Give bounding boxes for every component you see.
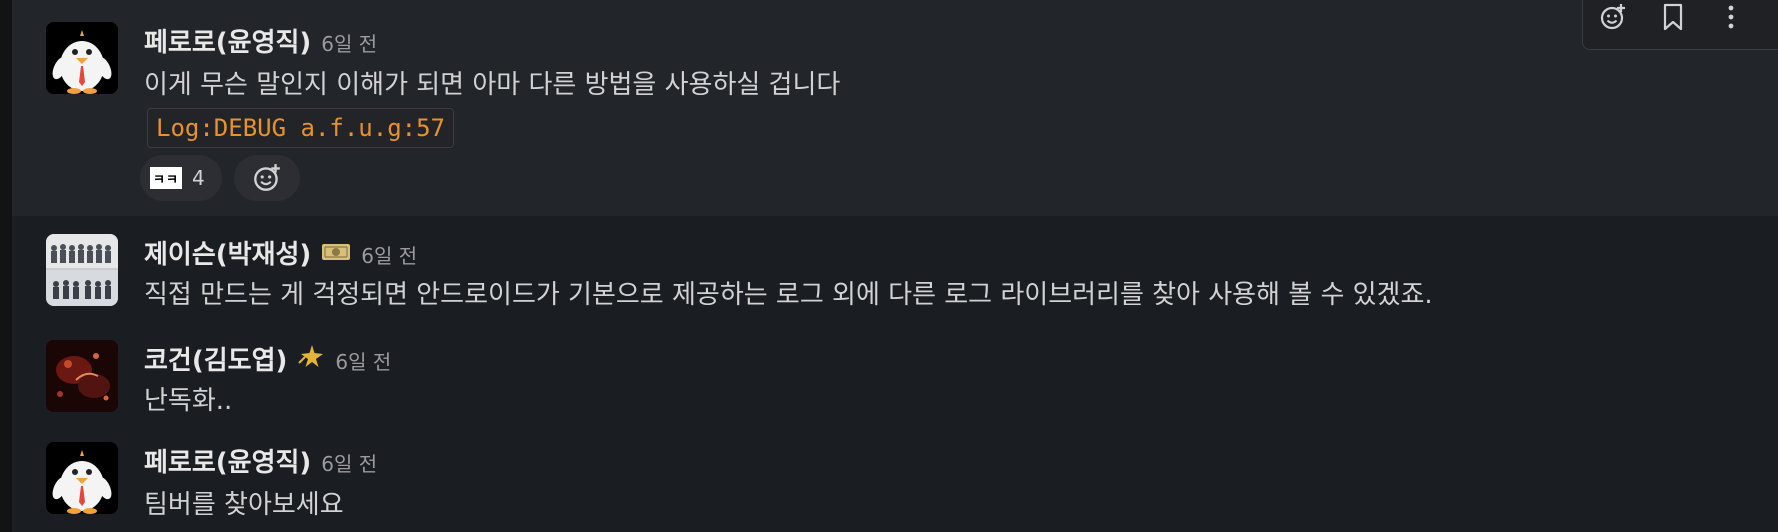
message-header: 코건(김도엽) 6일 전 xyxy=(144,340,391,377)
kk-emoji-icon: ㅋㅋ xyxy=(150,167,182,189)
message-item[interactable]: 제이슨(박재성) 6일 전 직접 만드는 게 걱정되면 안드로이드가 기본으로 … xyxy=(12,216,1778,328)
message-text: 팀버를 찾아보세요 xyxy=(144,490,344,520)
message-item[interactable]: 페로로(윤영직) 6일 전 이게 무슨 말인지 이해가 되면 아마 다른 방법을… xyxy=(12,0,1778,216)
username[interactable]: 페로로(윤영직) xyxy=(144,22,311,59)
message-header: 제이슨(박재성) 6일 전 xyxy=(144,234,417,271)
reaction-pill[interactable]: ㅋㅋ 4 xyxy=(140,155,222,201)
timestamp[interactable]: 6일 전 xyxy=(321,28,377,57)
message-header: 페로로(윤영직) 6일 전 xyxy=(144,442,377,479)
timestamp[interactable]: 6일 전 xyxy=(321,448,377,477)
sparkle-star-icon xyxy=(297,343,325,373)
timestamp[interactable]: 6일 전 xyxy=(361,240,417,269)
money-icon xyxy=(321,241,351,267)
reaction-count: 4 xyxy=(192,166,205,190)
message-text: 난독화.. xyxy=(144,386,233,416)
username[interactable]: 코건(김도엽) xyxy=(144,340,287,377)
message-header: 페로로(윤영직) 6일 전 xyxy=(144,22,377,59)
avatar[interactable] xyxy=(46,22,118,94)
message-text: 직접 만드는 게 걱정되면 안드로이드가 기본으로 제공하는 로그 외에 다른 … xyxy=(144,280,1433,310)
inline-code: Log:DEBUG a.f.u.g:57 xyxy=(147,108,454,148)
avatar[interactable] xyxy=(46,340,118,412)
avatar[interactable] xyxy=(46,234,118,306)
message-item[interactable]: 페로로(윤영직) 6일 전 팀버를 찾아보세요 xyxy=(12,432,1778,532)
add-reaction-icon xyxy=(254,164,280,191)
avatar[interactable] xyxy=(46,442,118,514)
username[interactable]: 페로로(윤영직) xyxy=(144,442,311,479)
left-rail xyxy=(0,0,12,532)
message-text: 이게 무슨 말인지 이해가 되면 아마 다른 방법을 사용하실 겁니다 xyxy=(144,70,841,100)
message-list: 페로로(윤영직) 6일 전 이게 무슨 말인지 이해가 되면 아마 다른 방법을… xyxy=(0,0,1778,532)
message-item[interactable]: 코건(김도엽) 6일 전 난독화.. xyxy=(12,328,1778,432)
add-reaction-button[interactable] xyxy=(234,155,300,201)
username[interactable]: 제이슨(박재성) xyxy=(144,234,311,271)
timestamp[interactable]: 6일 전 xyxy=(335,346,391,375)
